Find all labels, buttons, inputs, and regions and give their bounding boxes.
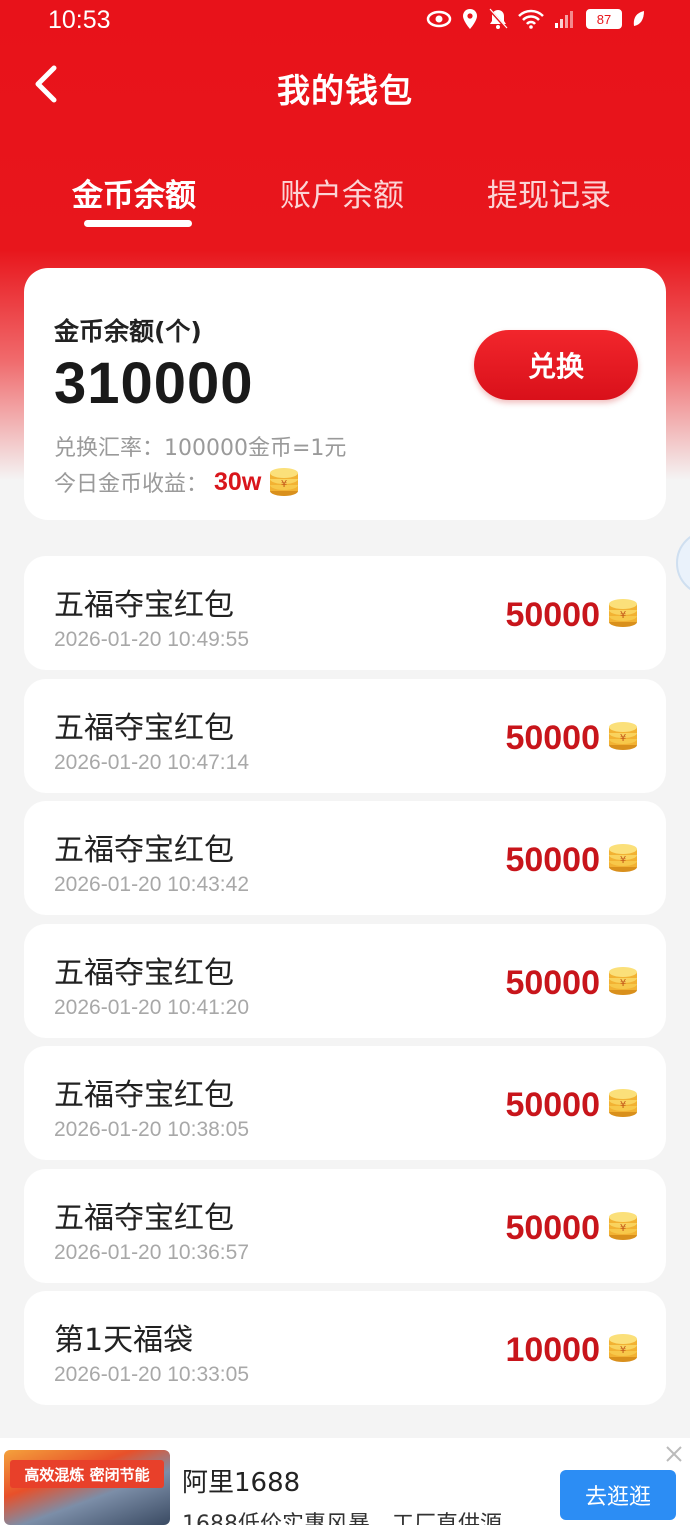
ad-description: 1688低价实惠风暴，工厂直供源 <box>182 1512 502 1525</box>
battery-level: 87 <box>596 11 612 27</box>
status-icons: 87 <box>426 8 646 30</box>
exchange-button[interactable]: 兑换 <box>474 330 638 400</box>
record-time: 2026-01-20 10:41:20 <box>54 995 249 1019</box>
record-amount: 50000 <box>505 1086 600 1124</box>
today-earnings-value: 30w <box>214 467 262 496</box>
tab-withdraw-records[interactable]: 提现记录 <box>487 170 611 215</box>
page-title: 我的钱包 <box>277 71 413 110</box>
record-time: 2026-01-20 10:47:14 <box>54 750 249 774</box>
record-title: 五福夺宝红包 <box>54 1200 234 1236</box>
record-amount: 50000 <box>505 963 600 1002</box>
tab-account-balance[interactable]: 账户余额 <box>280 170 404 215</box>
record-amount: 50000 <box>505 841 600 879</box>
record-time: 2026-01-20 10:33:05 <box>54 1363 249 1386</box>
record-row: 五福夺宝红包 2026-01-20 10:49:55 50000 ¥ <box>24 556 666 670</box>
location-icon <box>463 9 477 29</box>
mute-bell-icon <box>489 8 508 29</box>
record-time: 2026-01-20 10:38:05 <box>54 1118 249 1141</box>
eye-icon <box>426 10 452 28</box>
coin-stack-icon: ¥ <box>606 598 640 632</box>
ad-thumbnail[interactable]: 高效混炼 密闭节能 <box>4 1450 170 1525</box>
balance-card: 金币余额(个) 310000 兑换汇率：100000金币=1元 今日金币收益： … <box>24 268 666 520</box>
record-row: 五福夺宝红包 2026-01-20 10:41:20 50000 ¥ <box>24 923 666 1038</box>
balance-label: 金币余额(个) <box>54 317 202 346</box>
record-time: 2026-01-20 10:49:55 <box>54 628 249 651</box>
balance-value: 310000 <box>54 351 254 416</box>
svg-text:¥: ¥ <box>281 479 287 490</box>
svg-text:¥: ¥ <box>620 1100 626 1111</box>
battery-icon: 87 <box>586 9 622 29</box>
leaf-icon <box>633 11 644 26</box>
coin-stack-icon: ¥ <box>606 1211 640 1245</box>
coin-stack-icon: ¥ <box>606 1333 640 1367</box>
record-amount: 50000 <box>505 596 600 634</box>
record-row: 五福夺宝红包 2026-01-20 10:43:42 50000 ¥ <box>24 801 666 915</box>
status-bar: 10:53 87 <box>0 0 690 40</box>
record-row: 五福夺宝红包 2026-01-20 10:38:05 50000 ¥ <box>24 1046 666 1160</box>
ad-banner[interactable]: 高效混炼 密闭节能 阿里1688 1688低价实惠风暴，工厂直供源 去逛逛 <box>0 1438 690 1525</box>
svg-text:¥: ¥ <box>620 733 626 744</box>
coin-stack-icon: ¥ <box>606 1088 640 1122</box>
record-title: 第1天福袋 <box>54 1323 194 1358</box>
exchange-rate-text: 兑换汇率：100000金币=1元 <box>54 436 347 461</box>
close-icon[interactable] <box>664 1444 684 1464</box>
record-title: 五福夺宝红包 <box>54 833 234 868</box>
today-earnings: 今日金币收益： 30w ¥ <box>54 466 301 498</box>
tab-active-indicator <box>84 220 192 227</box>
coin-stack-icon: ¥ <box>270 468 299 496</box>
nav-bar: 我的钱包 <box>0 52 690 116</box>
record-title: 五福夺宝红包 <box>54 1078 234 1113</box>
record-row: 五福夺宝红包 2026-01-20 10:47:14 50000 ¥ <box>24 678 666 793</box>
floating-side-button[interactable] <box>676 530 690 596</box>
svg-text:¥: ¥ <box>620 1223 626 1234</box>
record-title: 五福夺宝红包 <box>54 588 234 623</box>
coin-stack-icon: ¥ <box>606 966 640 1000</box>
ad-title: 阿里1688 <box>182 1468 301 1498</box>
record-time: 2026-01-20 10:43:42 <box>54 873 249 896</box>
coin-stack-icon: ¥ <box>606 843 640 877</box>
record-row: 五福夺宝红包 2026-01-20 10:36:57 50000 ¥ <box>24 1168 666 1283</box>
coin-stack-icon: ¥ <box>606 721 640 755</box>
record-row: 第1天福袋 2026-01-20 10:33:05 10000 ¥ <box>24 1291 666 1405</box>
record-amount: 10000 <box>505 1331 600 1369</box>
status-time: 10:53 <box>48 6 111 34</box>
record-title: 五福夺宝红包 <box>54 710 234 746</box>
ad-thumbnail-text: 高效混炼 密闭节能 <box>10 1460 164 1488</box>
record-title: 五福夺宝红包 <box>54 955 234 991</box>
tab-coin-balance[interactable]: 金币余额 <box>72 170 196 215</box>
svg-text:¥: ¥ <box>620 1345 626 1356</box>
wifi-icon <box>518 9 544 29</box>
record-time: 2026-01-20 10:36:57 <box>54 1240 249 1264</box>
svg-text:¥: ¥ <box>620 978 626 989</box>
signal-icon <box>555 11 573 28</box>
record-amount: 50000 <box>505 718 600 757</box>
today-earnings-label: 今日金币收益： <box>54 472 209 497</box>
ad-action-button[interactable]: 去逛逛 <box>560 1470 676 1520</box>
svg-text:¥: ¥ <box>620 610 626 621</box>
svg-text:¥: ¥ <box>620 855 626 866</box>
record-amount: 50000 <box>505 1208 600 1247</box>
